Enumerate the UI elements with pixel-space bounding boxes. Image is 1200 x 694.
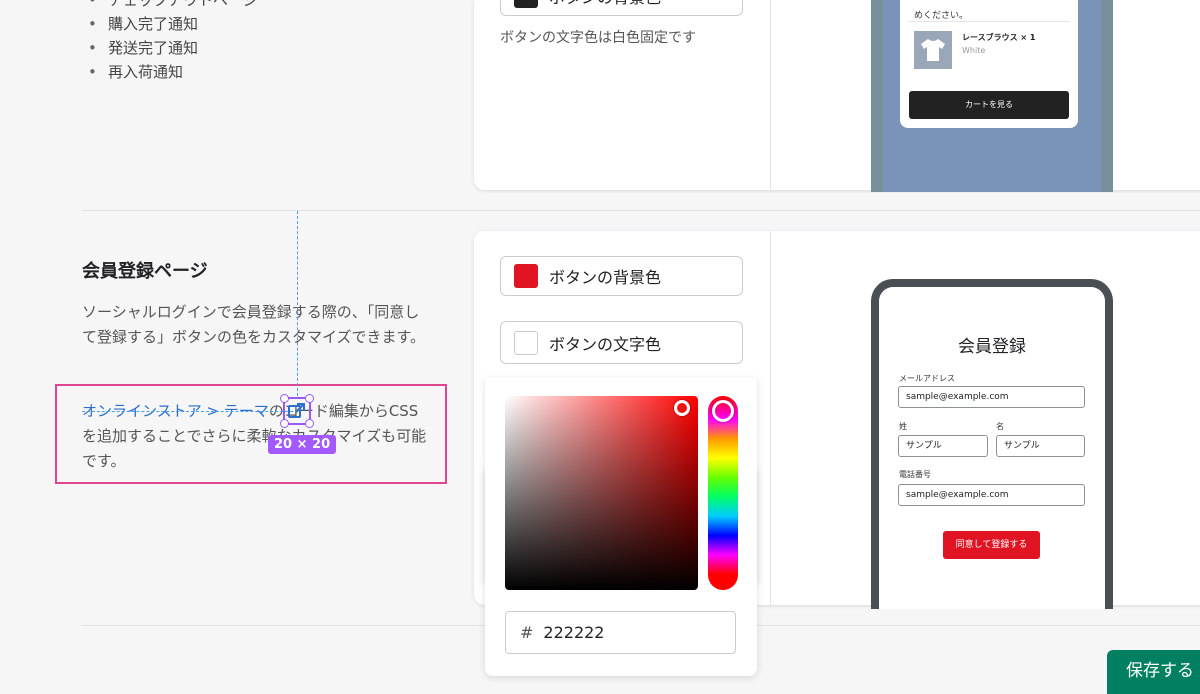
- hue-slider[interactable]: [708, 396, 738, 590]
- preview-first-name-input[interactable]: サンプル: [996, 435, 1085, 457]
- color-picker-popover: # 222222: [485, 378, 757, 676]
- preview-title: 会員登録: [958, 337, 1026, 357]
- text-color-swatch: [514, 330, 538, 355]
- saturation-value-area[interactable]: [505, 396, 698, 590]
- preview-phone-input[interactable]: sample@example.com: [898, 484, 1085, 506]
- hex-input[interactable]: # 222222: [505, 611, 736, 654]
- bullet-item: • 購入完了通知: [88, 15, 199, 33]
- top-button-bg-color-picker[interactable]: ボタンの背景色: [500, 0, 743, 16]
- button-text-color-picker[interactable]: ボタンの文字色: [500, 321, 743, 364]
- bullet-item: • チェックアウトページ: [88, 0, 258, 9]
- dimension-badge: 20 × 20: [268, 435, 337, 454]
- cart-sheet: めください。 レースブラウス × 1 White カートを見る: [900, 0, 1078, 128]
- bg-color-swatch: [514, 264, 538, 288]
- member-phone-preview: 会員登録 メールアドレス sample@example.com 姓 名 サンプル…: [871, 279, 1113, 609]
- top-phone-preview: めください。 レースブラウス × 1 White カートを見る: [871, 0, 1113, 192]
- color-button-label: ボタンの背景色: [549, 268, 662, 287]
- external-link-icon: [288, 403, 305, 418]
- bullet-item: • 発送完了通知: [88, 39, 199, 57]
- color-button-label: ボタンの文字色: [549, 334, 662, 354]
- guide-line-vertical: [297, 211, 298, 396]
- button-bg-color-picker[interactable]: ボタンの背景色: [500, 256, 743, 296]
- tshirt-icon: [921, 39, 945, 61]
- save-button[interactable]: 保存する: [1107, 650, 1200, 694]
- section-title: 会員登録ページ: [82, 261, 208, 282]
- view-cart-button[interactable]: カートを見る: [909, 91, 1069, 119]
- preview-submit-button[interactable]: 同意して登録する: [943, 531, 1040, 559]
- bullet-item: • 再入荷通知: [88, 63, 184, 81]
- selected-external-link-icon[interactable]: [280, 394, 314, 428]
- preview-last-name-input[interactable]: サンプル: [898, 435, 988, 457]
- color-swatch: [514, 0, 538, 8]
- preview-email-input[interactable]: sample@example.com: [898, 386, 1085, 408]
- section-description: ソーシャルログインで会員登録する際の、「同意して登録する」ボタンの色をカスタマイ…: [82, 303, 426, 346]
- hue-knob[interactable]: [712, 400, 734, 422]
- feature-bullet-list: • チェックアウトページ • 購入完了通知 • 発送完了通知 • 再入荷通知: [88, 0, 258, 84]
- guide-line-horizontal: [82, 411, 298, 412]
- text-color-note: ボタンの文字色は白色固定です: [500, 30, 696, 46]
- color-button-label: ボタンの背景色: [549, 0, 661, 8]
- product-thumbnail: [914, 31, 952, 69]
- saturation-knob[interactable]: [674, 400, 690, 416]
